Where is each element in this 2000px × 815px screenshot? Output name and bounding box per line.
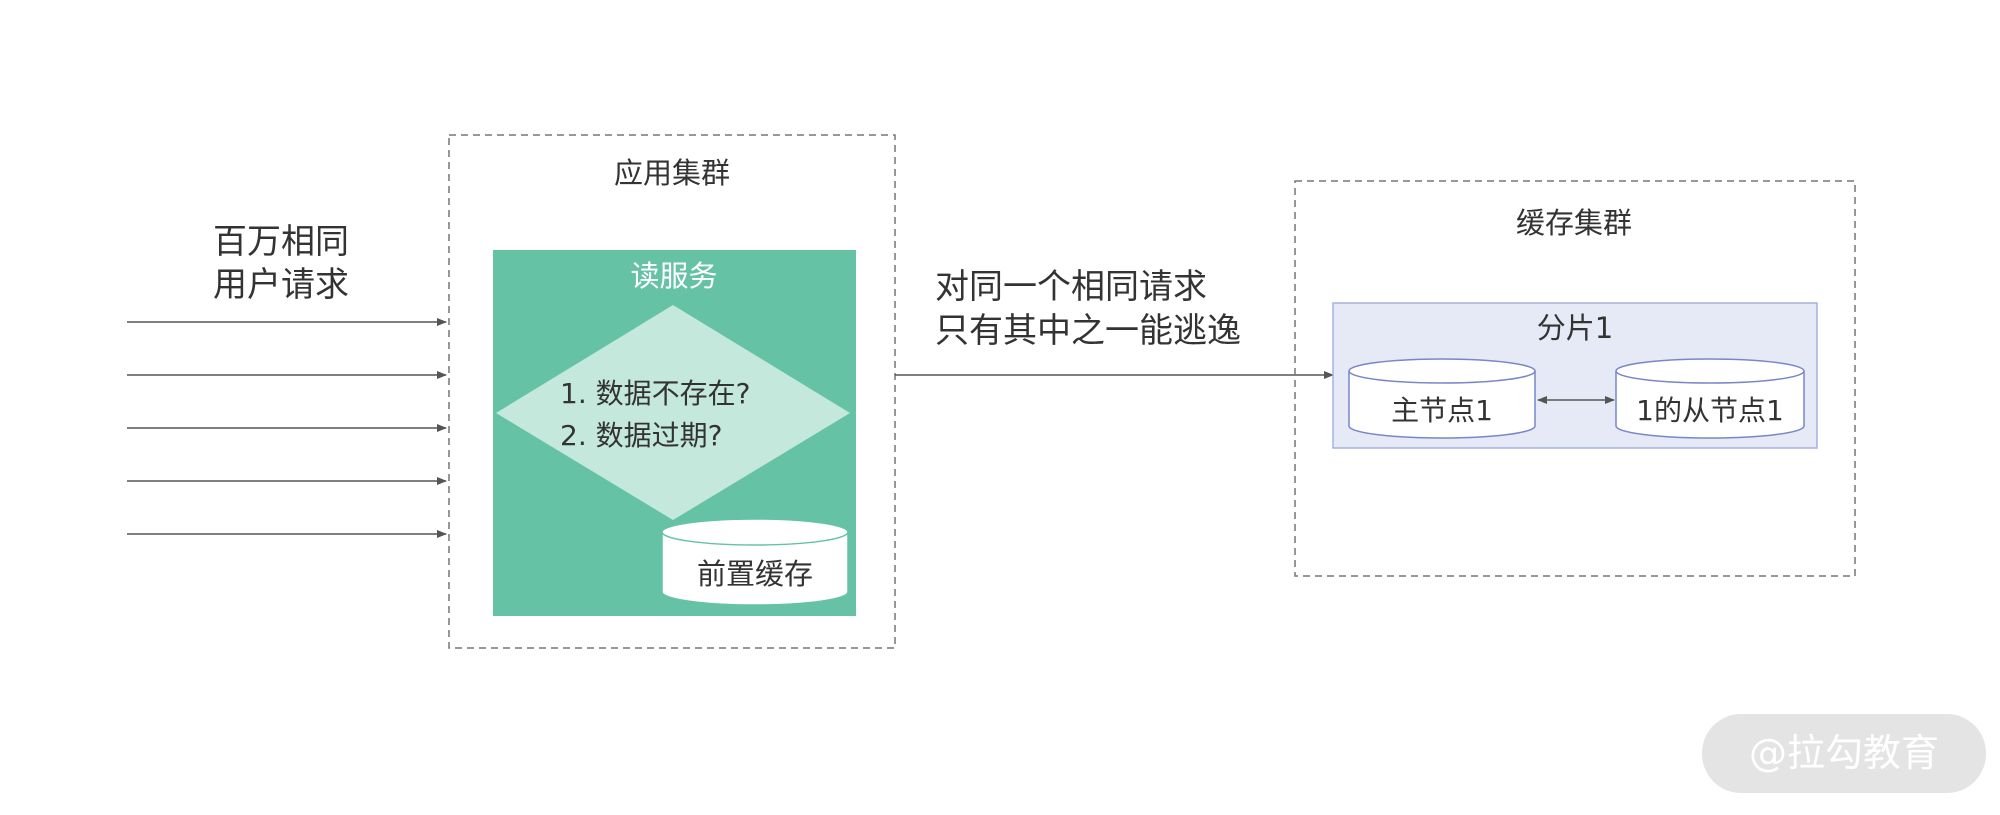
watermark-text: @拉勾教育 — [1749, 731, 1939, 775]
architecture-diagram: 百万相同 用户请求 应用集群 读服务 1. 数据不存在? 2. 数据过期? 前置… — [127, 134, 1986, 793]
shard-title: 分片1 — [1537, 311, 1613, 345]
front-cache-label: 前置缓存 — [697, 557, 813, 591]
read-service-title: 读服务 — [630, 259, 717, 293]
decision-condition-2: 2. 数据过期? — [560, 419, 722, 452]
cache-cluster-title: 缓存集群 — [1516, 206, 1632, 240]
decision-condition-1: 1. 数据不存在? — [560, 377, 750, 410]
requests-label-line1: 百万相同 — [213, 222, 349, 262]
app-cluster-title: 应用集群 — [614, 156, 730, 190]
incoming-request-arrows — [127, 318, 447, 538]
escape-label-line2: 只有其中之一能逃逸 — [935, 311, 1241, 351]
cache-cluster: 缓存集群 分片1 主节点1 1的从节点1 — [1294, 180, 1856, 577]
front-cache-cylinder: 前置缓存 — [661, 518, 849, 606]
requests-label-line2: 用户请求 — [213, 265, 349, 305]
app-cluster: 应用集群 读服务 1. 数据不存在? 2. 数据过期? 前置缓存 — [448, 134, 896, 649]
watermark: @拉勾教育 — [1702, 714, 1986, 793]
primary-node-label: 主节点1 — [1391, 394, 1493, 427]
replica-node-label: 1的从节点1 — [1636, 394, 1784, 427]
primary-node-cylinder: 主节点1 — [1348, 358, 1536, 439]
replica-node-cylinder: 1的从节点1 — [1615, 358, 1805, 439]
escape-label-line1: 对同一个相同请求 — [935, 267, 1207, 307]
